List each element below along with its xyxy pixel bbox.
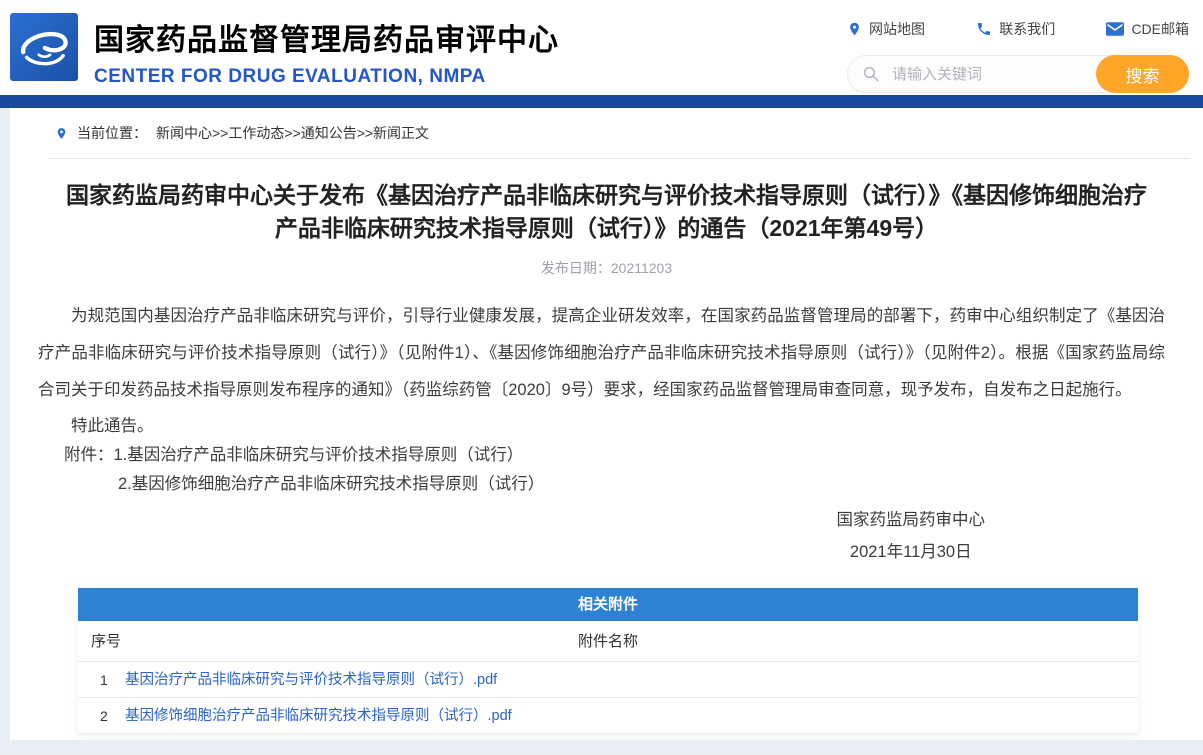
cde-mail-link[interactable]: CDE邮箱 <box>1106 19 1189 39</box>
brand-text: 国家药品监督管理局药品审评中心 CENTER FOR DRUG EVALUATI… <box>94 15 559 88</box>
table-row: 1 基因治疗产品非临床研究与评价技术指导原则（试行）.pdf <box>78 662 1138 698</box>
breadcrumb-path[interactable]: 新闻中心>>工作动态>>通知公告>>新闻正文 <box>156 123 429 143</box>
publish-date: 发布日期：20211203 <box>10 258 1203 278</box>
attachments-table: 相关附件 序号 附件名称 1 基因治疗产品非临床研究与评价技术指导原则（试行）.… <box>78 588 1138 734</box>
publish-date-value: 20211203 <box>611 260 672 276</box>
row-number: 2 <box>100 698 108 734</box>
contact-link[interactable]: 联系我们 <box>976 19 1055 39</box>
sitemap-link-label: 网站地图 <box>869 19 925 39</box>
contact-link-label: 联系我们 <box>999 19 1055 39</box>
notice-line: 特此通告。 <box>38 412 1165 441</box>
header-right: 网站地图 联系我们 CDE邮箱 搜索 <box>847 0 1189 93</box>
sitemap-link[interactable]: 网站地图 <box>847 19 925 39</box>
publish-date-label: 发布日期： <box>541 260 611 276</box>
article-body: 为规范国内基因治疗产品非临床研究与评价，引导行业健康发展，提高企业研发效率，在国… <box>38 298 1165 568</box>
search-icon <box>862 65 880 83</box>
article-title: 国家药监局药审中心关于发布《基因治疗产品非临床研究与评价技术指导原则（试行）》《… <box>65 179 1148 245</box>
attachment-note-1: 附件：1.基因治疗产品非临床研究与评价技术指导原则（试行） <box>38 441 1165 470</box>
row-number: 1 <box>100 662 108 698</box>
breadcrumb-label: 当前位置： <box>77 123 147 143</box>
phone-icon <box>976 21 992 37</box>
signature-date: 2021年11月30日 <box>837 536 986 568</box>
cde-mail-link-label: CDE邮箱 <box>1131 19 1189 39</box>
signature-block: 国家药监局药审中心 2021年11月30日 <box>837 504 986 568</box>
nav-bar <box>0 95 1203 108</box>
swan-logo-icon <box>18 25 70 69</box>
cde-logo <box>10 13 78 81</box>
attachments-table-header-row: 序号 附件名称 <box>78 621 1138 662</box>
org-subtitle: CENTER FOR DRUG EVALUATION, NMPA <box>94 66 559 88</box>
quick-links: 网站地图 联系我们 CDE邮箱 <box>847 19 1189 39</box>
site-header: 国家药品监督管理局药品审评中心 CENTER FOR DRUG EVALUATI… <box>0 0 1203 95</box>
attachment-note-2: 2.基因修饰细胞治疗产品非临床研究技术指导原则（试行） <box>38 470 1165 499</box>
attachment-pdf-link[interactable]: 基因修饰细胞治疗产品非临床研究技术指导原则（试行）.pdf <box>125 708 512 724</box>
column-header-no: 序号 <box>91 621 121 662</box>
content-panel: 当前位置： 新闻中心>>工作动态>>通知公告>>新闻正文 国家药监局药审中心关于… <box>10 108 1203 740</box>
breadcrumb-pin-icon <box>55 126 68 141</box>
search-button[interactable]: 搜索 <box>1096 55 1189 93</box>
location-pin-icon <box>847 21 862 37</box>
breadcrumb-divider <box>48 158 1190 159</box>
attachments-table-title: 相关附件 <box>78 588 1138 621</box>
org-title: 国家药品监督管理局药品审评中心 <box>94 15 559 59</box>
article-paragraph: 为规范国内基因治疗产品非临床研究与评价，引导行业健康发展，提高企业研发效率，在国… <box>38 298 1165 409</box>
attachment-pdf-link[interactable]: 基因治疗产品非临床研究与评价技术指导原则（试行）.pdf <box>125 672 497 688</box>
column-header-name: 附件名称 <box>78 621 1138 662</box>
page-shell: 当前位置： 新闻中心>>工作动态>>通知公告>>新闻正文 国家药监局药审中心关于… <box>0 108 1203 755</box>
signature-org: 国家药监局药审中心 <box>837 504 986 536</box>
table-row: 2 基因修饰细胞治疗产品非临床研究技术指导原则（试行）.pdf <box>78 698 1138 734</box>
breadcrumb: 当前位置： 新闻中心>>工作动态>>通知公告>>新闻正文 <box>10 108 1203 143</box>
search-bar: 搜索 <box>847 55 1189 93</box>
envelope-icon <box>1106 22 1124 36</box>
